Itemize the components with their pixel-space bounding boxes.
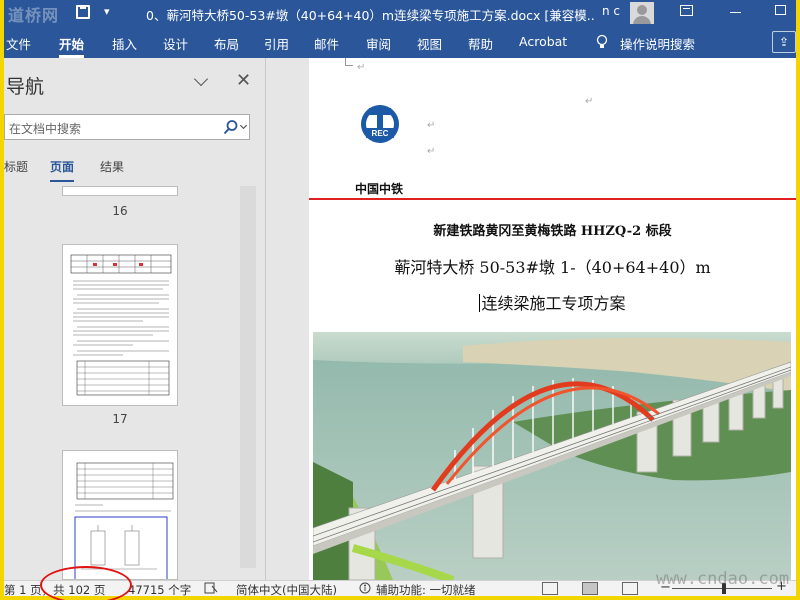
tab-help[interactable]: 帮助	[468, 34, 493, 53]
search-icon[interactable]	[223, 119, 239, 135]
china-railway-logo: REC	[361, 105, 399, 143]
status-bar: 第 1 页，共 102 页 47715 个字 简体中文(中国大陆) 辅助功能: …	[4, 579, 796, 596]
chevron-down-icon[interactable]	[193, 71, 209, 87]
print-layout-button[interactable]	[582, 582, 598, 595]
bridge-rendering-image	[313, 332, 791, 580]
nav-pane-title: 导航	[6, 76, 45, 98]
title-bar: 道桥网 ▾ 0、蕲河特大桥50-53#墩（40+64+40）m连续梁专项施工方案…	[4, 0, 796, 26]
quick-access-dropdown-icon[interactable]: ▾	[104, 5, 110, 18]
company-name: 中国中铁	[355, 182, 404, 196]
tab-home[interactable]: 开始	[59, 34, 85, 58]
page-count-status[interactable]: 第 1 页，共 102 页	[4, 582, 105, 596]
page-thumbnail-15[interactable]	[62, 186, 178, 196]
word-count-status[interactable]: 47715 个字	[128, 582, 191, 596]
watermark-logo: 道桥网	[8, 6, 60, 25]
tab-layout[interactable]: 布局	[214, 34, 239, 53]
accessibility-icon[interactable]	[358, 582, 372, 594]
search-options-dropdown-icon[interactable]	[239, 121, 248, 130]
paragraph-mark: ↵	[427, 120, 436, 131]
tab-results[interactable]: 结果	[100, 158, 124, 175]
tab-acrobat[interactable]: Acrobat	[519, 34, 567, 49]
ribbon-tabs: 文件 开始 插入 设计 布局 引用 邮件 审阅 视图 帮助 Acrobat 操作…	[4, 26, 796, 58]
tab-design[interactable]: 设计	[163, 34, 188, 53]
user-initials[interactable]: n c	[602, 4, 620, 18]
header-rule	[309, 198, 796, 200]
tab-file[interactable]: 文件	[6, 34, 31, 53]
tab-insert[interactable]: 插入	[112, 34, 137, 53]
tab-pages[interactable]: 页面	[50, 158, 75, 182]
search-placeholder: 在文档中搜索	[9, 122, 82, 136]
page-number-label: 16	[112, 204, 128, 218]
document-page[interactable]: ↵ ↵ REC ↵ ↵ 中国中铁 新建铁路黄冈至黄梅铁路 HHZQ-2 标段 蕲…	[309, 58, 796, 580]
zoom-out-button[interactable]: −	[660, 580, 671, 595]
plan-title-text: 连续梁施工专项方案	[481, 294, 626, 313]
tab-review[interactable]: 审阅	[366, 34, 391, 53]
nav-pane-scrollbar[interactable]	[240, 186, 256, 568]
project-title: 新建铁路黄冈至黄梅铁路 HHZQ-2 标段	[433, 224, 672, 239]
crop-mark	[345, 58, 353, 66]
document-area[interactable]: ↵ ↵ REC ↵ ↵ 中国中铁 新建铁路黄冈至黄梅铁路 HHZQ-2 标段 蕲…	[267, 58, 796, 580]
tab-references[interactable]: 引用	[264, 34, 289, 53]
zoom-in-button[interactable]: +	[776, 579, 787, 594]
share-button[interactable]: ⇪	[772, 31, 796, 53]
nav-search-input[interactable]: 在文档中搜索	[4, 114, 250, 140]
close-icon[interactable]: ✕	[236, 70, 251, 91]
navigation-pane: 导航 ✕ 在文档中搜索 标题 页面 结果 16 17	[4, 58, 266, 580]
document-title: 0、蕲河特大桥50-53#墩（40+64+40）m连续梁专项施工方案.docx …	[146, 8, 596, 23]
plan-title: 连续梁施工专项方案	[309, 290, 796, 314]
proofing-icon[interactable]	[204, 582, 218, 594]
tab-mailings[interactable]: 邮件	[314, 34, 339, 53]
lightbulb-icon	[596, 34, 608, 48]
maximize-button[interactable]	[775, 5, 786, 15]
paragraph-mark: ↵	[357, 62, 366, 73]
language-status[interactable]: 简体中文(中国大陆)	[236, 582, 337, 596]
tell-me-search[interactable]: 操作说明搜索	[620, 34, 695, 53]
web-layout-button[interactable]	[622, 582, 638, 595]
tab-view[interactable]: 视图	[417, 34, 442, 53]
logo-text: REC	[372, 129, 389, 138]
minimize-button[interactable]	[730, 12, 741, 13]
save-icon[interactable]	[76, 5, 90, 19]
paragraph-mark: ↵	[427, 146, 436, 157]
paragraph-mark: ↵	[585, 96, 594, 107]
read-mode-button[interactable]	[542, 582, 558, 595]
page-thumbnail[interactable]	[62, 244, 178, 406]
page-number-label: 17	[112, 412, 128, 426]
tab-headings[interactable]: 标题	[4, 158, 28, 175]
bridge-title: 蕲河特大桥 50-53#墩 1-（40+64+40）m	[394, 258, 711, 277]
word-window: 道桥网 ▾ 0、蕲河特大桥50-53#墩（40+64+40）m连续梁专项施工方案…	[4, 0, 796, 596]
ribbon-display-options-icon[interactable]	[680, 5, 693, 16]
avatar[interactable]	[630, 2, 654, 24]
page-thumbnail[interactable]	[62, 450, 178, 580]
accessibility-status[interactable]: 辅助功能: 一切就绪	[376, 582, 476, 596]
zoom-slider-handle[interactable]	[722, 583, 726, 594]
